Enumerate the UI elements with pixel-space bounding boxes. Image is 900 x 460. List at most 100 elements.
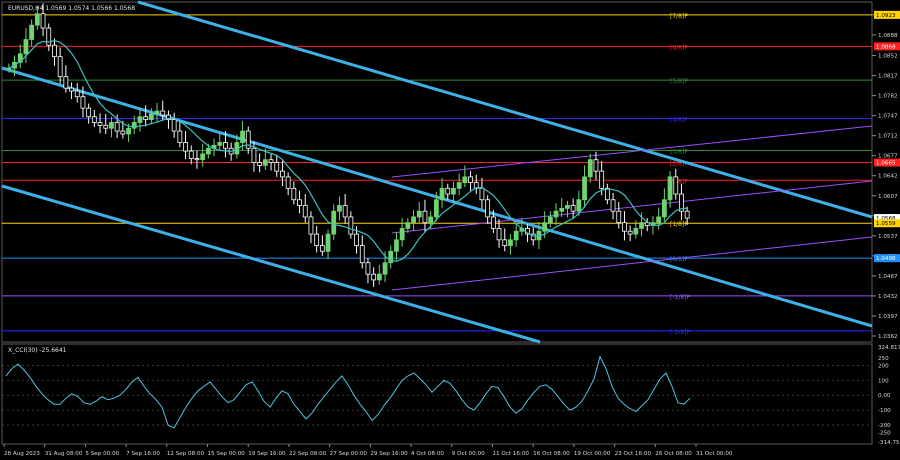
candle-body[interactable]	[302, 205, 308, 218]
candle-body[interactable]	[188, 150, 194, 159]
candle-body[interactable]	[359, 245, 365, 264]
candle-body[interactable]	[205, 147, 211, 155]
candle-body[interactable]	[371, 273, 377, 281]
candle-body[interactable]	[593, 159, 599, 172]
candle-body[interactable]	[684, 210, 690, 219]
candle-body[interactable]	[154, 110, 160, 115]
candle-body[interactable]	[148, 113, 154, 121]
candle-body[interactable]	[86, 107, 92, 118]
candle-body[interactable]	[616, 210, 622, 224]
candle-body[interactable]	[565, 205, 570, 209]
candle-body[interactable]	[416, 210, 422, 218]
candle-body[interactable]	[23, 39, 29, 55]
candle-body[interactable]	[462, 176, 468, 183]
candle-body[interactable]	[604, 187, 610, 201]
candle-body[interactable]	[599, 170, 605, 189]
candle-body[interactable]	[542, 222, 548, 232]
candle-body[interactable]	[547, 216, 553, 224]
candle-body[interactable]	[223, 142, 228, 149]
candle-body[interactable]	[160, 110, 166, 116]
candle-body[interactable]	[422, 210, 428, 224]
candle-body[interactable]	[268, 159, 274, 163]
candle-body[interactable]	[433, 199, 439, 218]
candle-body[interactable]	[337, 205, 342, 212]
candle-body[interactable]	[633, 227, 639, 235]
candle-body[interactable]	[171, 119, 177, 132]
candle-body[interactable]	[479, 187, 485, 201]
candle-body[interactable]	[34, 13, 40, 26]
candle-body[interactable]	[399, 227, 405, 241]
candle-body[interactable]	[485, 199, 491, 218]
candle-body[interactable]	[348, 216, 354, 235]
candle-body[interactable]	[656, 216, 662, 224]
candle-body[interactable]	[639, 222, 644, 229]
candle-body[interactable]	[627, 230, 633, 235]
candle-body[interactable]	[513, 230, 519, 241]
candle-body[interactable]	[411, 216, 416, 224]
candle-body[interactable]	[610, 199, 616, 212]
candle-body[interactable]	[468, 176, 473, 183]
candle-body[interactable]	[439, 187, 445, 201]
candle-body[interactable]	[456, 182, 462, 189]
candle-body[interactable]	[314, 233, 320, 246]
candle-body[interactable]	[257, 162, 263, 166]
candle-body[interactable]	[40, 13, 46, 29]
candle-body[interactable]	[661, 199, 667, 218]
candle-body[interactable]	[183, 142, 188, 152]
candle-body[interactable]	[553, 210, 559, 218]
candle-body[interactable]	[280, 170, 285, 178]
candle-body[interactable]	[103, 124, 109, 129]
candle-body[interactable]	[331, 210, 337, 235]
candle-body[interactable]	[217, 142, 223, 146]
candle-body[interactable]	[80, 96, 86, 109]
candle-body[interactable]	[445, 187, 451, 195]
candle-body[interactable]	[137, 116, 143, 123]
candle-body[interactable]	[622, 222, 627, 232]
candle-body[interactable]	[109, 122, 114, 129]
candle-body[interactable]	[177, 130, 183, 143]
candle-body[interactable]	[382, 262, 388, 275]
candle-body[interactable]	[490, 216, 496, 229]
candle-body[interactable]	[69, 87, 74, 92]
candle-body[interactable]	[376, 273, 382, 281]
candle-body[interactable]	[29, 24, 35, 40]
candle-body[interactable]	[262, 159, 268, 166]
candle-body[interactable]	[308, 216, 314, 235]
candle-body[interactable]	[576, 199, 582, 212]
candle-body[interactable]	[667, 176, 673, 201]
candle-body[interactable]	[251, 147, 257, 163]
candle-body[interactable]	[405, 222, 411, 229]
candle-body[interactable]	[63, 76, 69, 89]
candle-body[interactable]	[559, 207, 565, 212]
candle-body[interactable]	[57, 56, 63, 78]
candle-body[interactable]	[297, 199, 302, 206]
candle-body[interactable]	[673, 176, 679, 195]
candle-body[interactable]	[200, 153, 206, 161]
candle-body[interactable]	[285, 176, 291, 189]
candle-body[interactable]	[502, 239, 508, 246]
candle-body[interactable]	[46, 27, 52, 46]
candle-body[interactable]	[319, 245, 325, 252]
candle-body[interactable]	[74, 90, 80, 98]
candle-body[interactable]	[291, 187, 297, 201]
candle-body[interactable]	[274, 162, 280, 172]
candle-body[interactable]	[97, 122, 103, 126]
candle-body[interactable]	[451, 187, 456, 195]
trading-chart[interactable]: [7/8]P[6/8]P[5/8]P[4/8]P[3/8]P[2/8]P[2/8…	[0, 0, 900, 460]
candle-body[interactable]	[587, 159, 593, 178]
candle-body[interactable]	[508, 239, 513, 246]
candle-body[interactable]	[570, 205, 576, 212]
candle-body[interactable]	[342, 205, 348, 218]
candle-body[interactable]	[354, 233, 359, 246]
candle-body[interactable]	[91, 116, 97, 123]
candle-body[interactable]	[496, 227, 502, 241]
candle-body[interactable]	[240, 130, 245, 143]
candle-body[interactable]	[52, 44, 57, 58]
candle-body[interactable]	[365, 262, 371, 275]
candle-body[interactable]	[6, 67, 12, 70]
candle-body[interactable]	[194, 158, 200, 161]
candle-body[interactable]	[428, 216, 434, 224]
candle-body[interactable]	[114, 122, 120, 132]
candle-body[interactable]	[126, 127, 131, 135]
candle-body[interactable]	[582, 176, 587, 201]
